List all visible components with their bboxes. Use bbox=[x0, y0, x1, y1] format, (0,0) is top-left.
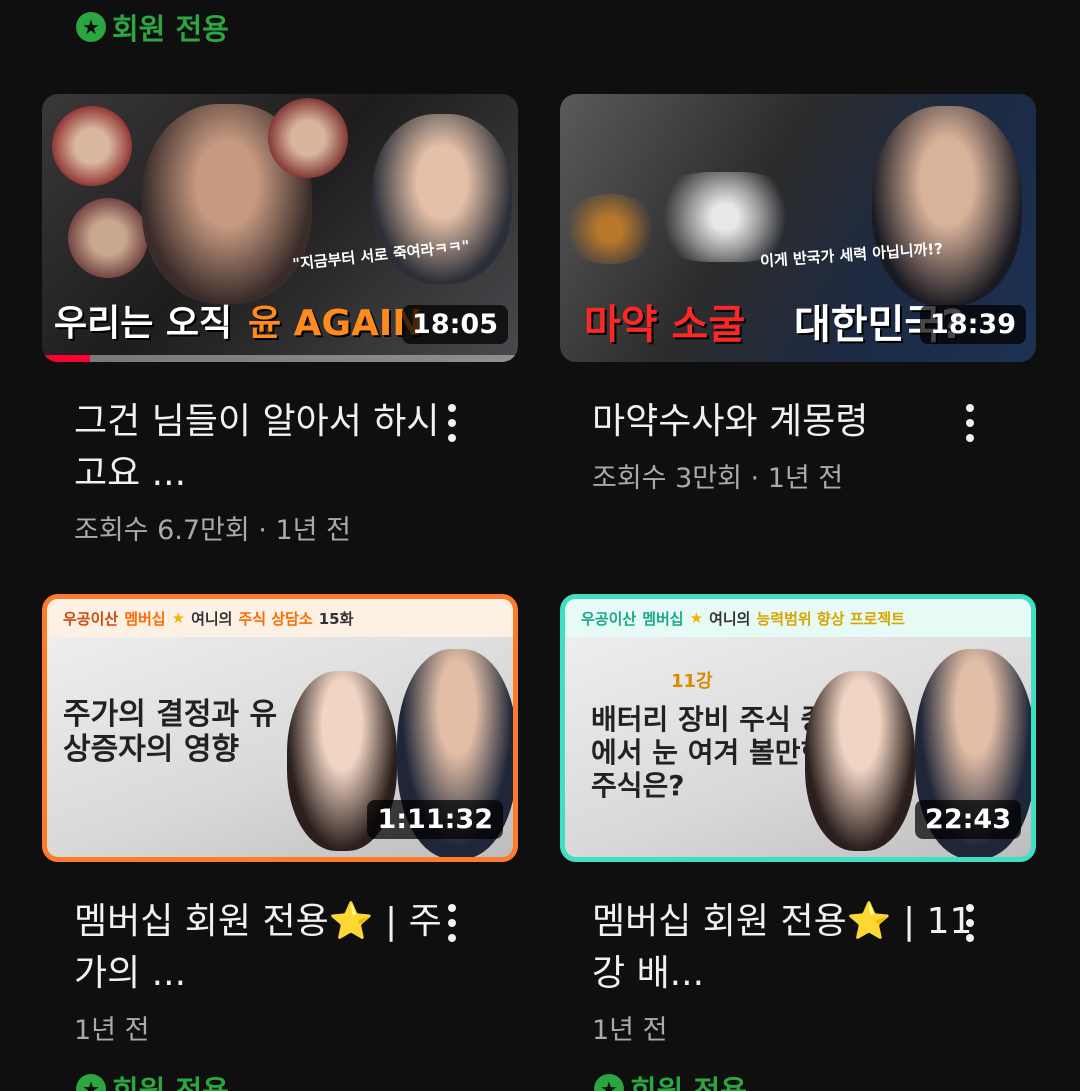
thumbnail-lesson: 11강 bbox=[671, 671, 713, 692]
star-icon: ★ bbox=[689, 609, 704, 627]
star-badge-icon: ★ bbox=[76, 12, 106, 42]
video-duration: 18:05 bbox=[402, 305, 508, 344]
video-card[interactable]: 우공이산 멤버십 ★ 여니의 주식 상담소 15화 주가의 결정과 유상증자의 … bbox=[42, 594, 518, 1047]
video-meta: 그건 님들이 알아서 하시고요 ... 조회수 6.7만회 · 1년 전 bbox=[42, 396, 518, 547]
thumbnail-membership-strip: 우공이산 멤버십 ★ 여니의 능력범위 향상 프로젝트 bbox=[565, 599, 1031, 637]
video-stats: 1년 전 bbox=[592, 1015, 668, 1046]
video-thumbnail[interactable]: "지금부터 서로 죽여라ㅋㅋ" 우리는 오직 윤 AGAIN 18:05 bbox=[42, 94, 518, 362]
video-duration: 22:43 bbox=[915, 800, 1021, 839]
strip-membership: 멤버십 bbox=[642, 609, 684, 628]
members-only-label: 회원 전용 bbox=[112, 12, 229, 46]
more-vert-icon[interactable] bbox=[448, 404, 456, 442]
video-stats: 조회수 3만회 · 1년 전 bbox=[592, 463, 844, 494]
video-stats: 1년 전 bbox=[74, 1015, 150, 1046]
thumbnail-person-image bbox=[52, 106, 132, 186]
strip-channel: 우공이산 bbox=[63, 609, 119, 628]
video-meta: 마약수사와 계몽령 조회수 3만회 · 1년 전 bbox=[560, 396, 1036, 495]
thumbnail-caption-highlight: 윤 AGAIN bbox=[248, 303, 423, 344]
thumbnail-headline: 주가의 결정과 유상증자의 영향 bbox=[63, 697, 278, 768]
thumbnail-headline: 배터리 장비 주식 중에서 눈 여겨 볼만한 주식은? bbox=[591, 703, 827, 803]
thumbnail-spoon-image bbox=[560, 194, 660, 264]
video-stats: 조회수 6.7만회 · 1년 전 bbox=[74, 515, 351, 546]
more-vert-icon[interactable] bbox=[966, 904, 974, 942]
video-thumbnail[interactable]: 우공이산 멤버십 ★ 여니의 주식 상담소 15화 주가의 결정과 유상증자의 … bbox=[42, 594, 518, 862]
video-thumbnail[interactable]: 이게 반국가 세력 아닙니까!? 마약 소굴 대한민국? 18:39 bbox=[560, 94, 1036, 362]
video-meta: 멤버십 회원 전용⭐ | 11강 배... 1년 전 bbox=[560, 896, 1036, 1047]
video-card[interactable]: 이게 반국가 세력 아닙니까!? 마약 소굴 대한민국? 18:39 마약수사와… bbox=[560, 94, 1036, 495]
video-meta: 멤버십 회원 전용⭐ | 주가의 ... 1년 전 bbox=[42, 896, 518, 1047]
members-only-label: 회원 전용 bbox=[112, 1074, 229, 1091]
star-badge-icon: ★ bbox=[594, 1074, 624, 1091]
strip-channel: 우공이산 bbox=[581, 609, 637, 628]
thumbnail-person-image bbox=[68, 198, 148, 278]
watch-progress-bar bbox=[42, 355, 518, 362]
strip-host: 여니의 bbox=[191, 609, 233, 628]
thumbnail-person-image bbox=[872, 106, 1022, 306]
video-grid-page: ★ 회원 전용 "지금부터 서로 죽여라ㅋㅋ" 우리는 오직 윤 AGAIN 1… bbox=[0, 0, 1080, 1091]
star-icon: ★ bbox=[171, 609, 186, 627]
strip-host: 여니의 bbox=[709, 609, 751, 628]
thumbnail-membership-strip: 우공이산 멤버십 ★ 여니의 주식 상담소 15화 bbox=[47, 599, 513, 637]
thumbnail-caption: 우리는 오직 bbox=[54, 303, 233, 344]
more-vert-icon[interactable] bbox=[448, 904, 456, 942]
video-thumbnail[interactable]: 우공이산 멤버십 ★ 여니의 능력범위 향상 프로젝트 11강 배터리 장비 주… bbox=[560, 594, 1036, 862]
members-only-badge: ★ 회원 전용 bbox=[76, 1068, 229, 1091]
watch-progress-fill bbox=[42, 355, 90, 362]
video-title[interactable]: 마약수사와 계몽령 bbox=[592, 396, 976, 448]
members-only-badge: ★ 회원 전용 bbox=[594, 1068, 747, 1091]
video-duration: 1:11:32 bbox=[367, 800, 503, 839]
video-title[interactable]: 그건 님들이 알아서 하시고요 ... bbox=[74, 396, 458, 500]
star-badge-icon: ★ bbox=[76, 1074, 106, 1091]
members-only-label: 회원 전용 bbox=[630, 1074, 747, 1091]
more-vert-icon[interactable] bbox=[966, 404, 974, 442]
members-only-badge: ★ 회원 전용 bbox=[76, 6, 229, 48]
strip-episode: 15화 bbox=[318, 609, 354, 628]
video-card[interactable]: "지금부터 서로 죽여라ㅋㅋ" 우리는 오직 윤 AGAIN 18:05 그건 … bbox=[42, 94, 518, 547]
video-card[interactable]: 우공이산 멤버십 ★ 여니의 능력범위 향상 프로젝트 11강 배터리 장비 주… bbox=[560, 594, 1036, 1047]
strip-membership: 멤버십 bbox=[124, 609, 166, 628]
strip-series: 능력범위 향상 프로젝트 bbox=[756, 609, 905, 628]
video-duration: 18:39 bbox=[920, 305, 1026, 344]
thumbnail-caption-highlight: 마약 소굴 bbox=[584, 302, 746, 348]
video-title[interactable]: 멤버십 회원 전용⭐ | 11강 배... bbox=[592, 896, 976, 1000]
strip-series: 주식 상담소 bbox=[238, 609, 313, 628]
thumbnail-person-image bbox=[805, 671, 915, 851]
video-title[interactable]: 멤버십 회원 전용⭐ | 주가의 ... bbox=[74, 896, 458, 1000]
thumbnail-person-image bbox=[268, 98, 348, 178]
